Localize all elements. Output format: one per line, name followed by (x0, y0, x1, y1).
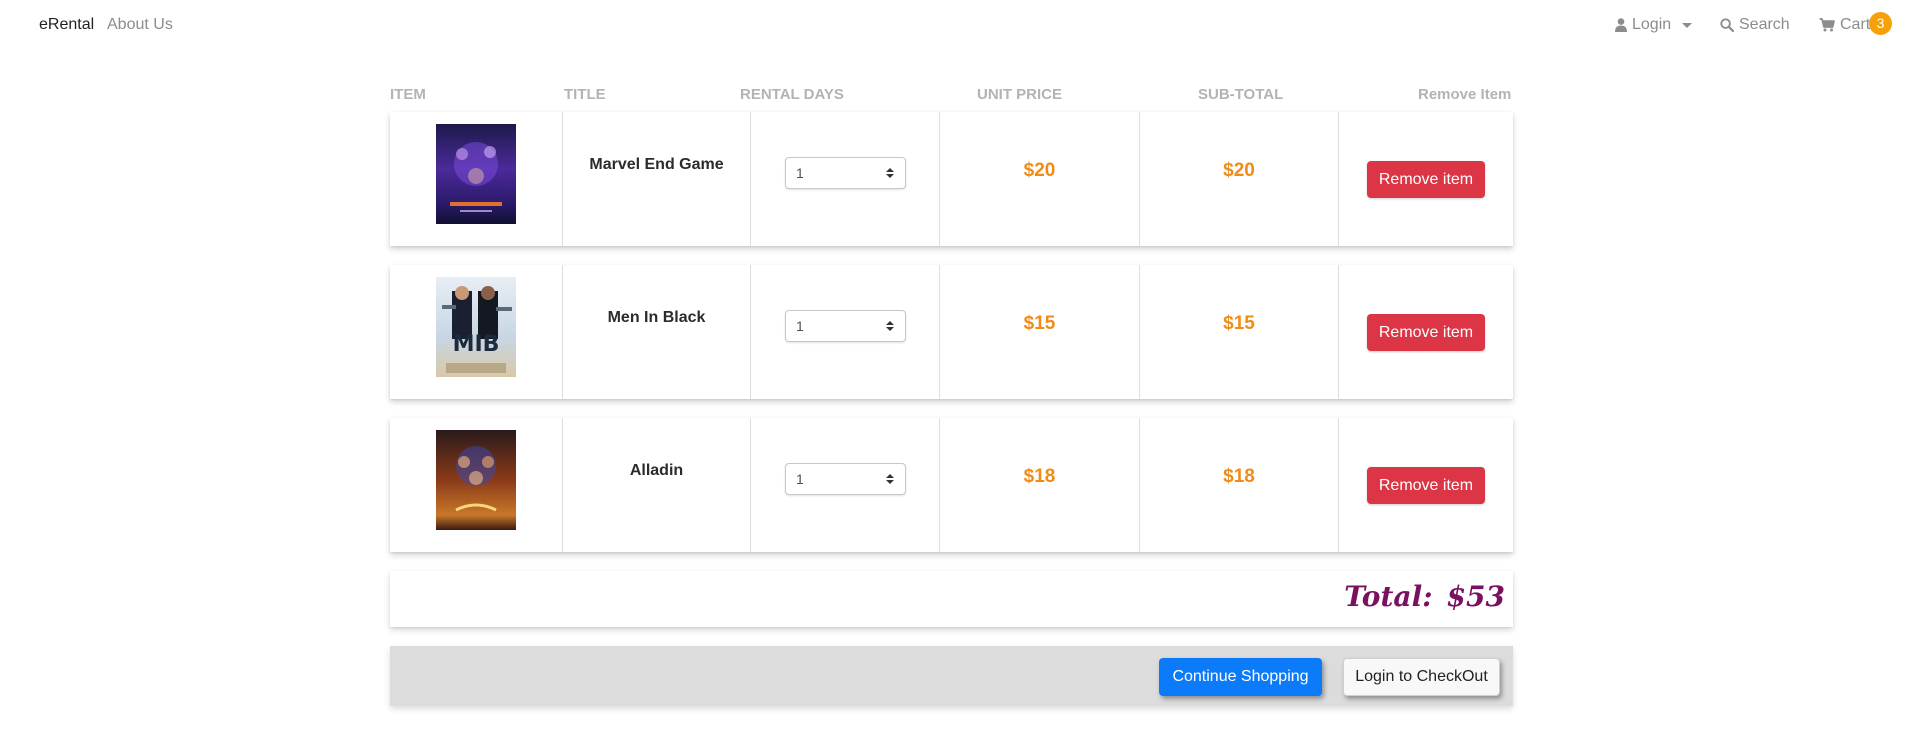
search-icon (1720, 18, 1734, 32)
rental-days-value: 1 (796, 471, 804, 487)
total-box: Total: $53 (390, 571, 1513, 627)
item-cell (390, 418, 563, 552)
unit-price-cell: $20 (940, 112, 1140, 246)
navbar: eRental About Us Login Search Cart 3 (0, 0, 1906, 52)
remove-item-button[interactable]: Remove item (1367, 161, 1485, 198)
unit-price-cell: $15 (940, 265, 1140, 399)
table-row: Marvel End Game 1 $20 $20 Remove item (390, 112, 1513, 246)
table-row: Alladin 1 $18 $18 Remove item (390, 418, 1513, 552)
header-item: ITEM (390, 86, 426, 103)
subtotal-cell: $15 (1140, 265, 1339, 399)
nav-search[interactable]: Search (1720, 16, 1790, 34)
select-arrows-icon (886, 321, 894, 331)
rental-days-select[interactable]: 1 (785, 157, 906, 189)
total-value: $53 (1446, 580, 1505, 613)
movie-title: Alladin (629, 462, 684, 479)
select-arrows-icon (886, 474, 894, 484)
total-text: Total: $53 (1344, 580, 1505, 613)
item-cell (390, 112, 563, 246)
action-bar: Continue Shopping Login to CheckOut (390, 646, 1513, 706)
login-label: Login (1632, 16, 1672, 33)
rental-days-cell: 1 (751, 418, 940, 552)
header-title: TITLE (564, 86, 606, 103)
movie-title: Men In Black (607, 309, 706, 326)
rental-days-cell: 1 (751, 112, 940, 246)
caret-down-icon (1682, 23, 1693, 28)
unit-price: $15 (1023, 313, 1056, 334)
title-cell: Marvel End Game (563, 112, 751, 246)
movie-poster-image: MIB (436, 277, 516, 377)
movie-poster-image (436, 430, 516, 530)
header-remove-item: Remove Item (1418, 86, 1512, 103)
title-cell: Alladin (563, 418, 751, 552)
search-label: Search (1739, 16, 1790, 33)
rental-days-select[interactable]: 1 (785, 463, 906, 495)
unit-price: $18 (1023, 466, 1056, 487)
brand-link[interactable]: eRental (39, 16, 94, 34)
rental-days-select[interactable]: 1 (785, 310, 906, 342)
total-label: Total: (1344, 580, 1433, 613)
cart-label: Cart (1840, 16, 1871, 33)
header-sub-total: SUB-TOTAL (1198, 86, 1284, 103)
remove-item-button[interactable]: Remove item (1367, 467, 1485, 504)
subtotal-cell: $20 (1140, 112, 1339, 246)
table-row: MIB Men In Black 1 $15 $15 Remove item (390, 265, 1513, 399)
movie-title: Marvel End Game (589, 156, 724, 173)
rental-days-value: 1 (796, 165, 804, 181)
subtotal-cell: $18 (1140, 418, 1339, 552)
header-rental-days: RENTAL DAYS (740, 86, 844, 103)
user-icon (1615, 18, 1627, 32)
unit-price: $20 (1023, 160, 1056, 181)
item-cell: MIB (390, 265, 563, 399)
remove-cell: Remove item (1339, 112, 1513, 246)
cart-count-badge: 3 (1869, 12, 1892, 35)
login-dropdown[interactable]: Login (1615, 16, 1693, 34)
subtotal: $15 (1223, 313, 1255, 334)
title-cell: Men In Black (563, 265, 751, 399)
subtotal: $20 (1223, 160, 1255, 181)
login-to-checkout-button[interactable]: Login to CheckOut (1343, 658, 1500, 696)
remove-item-button[interactable]: Remove item (1367, 314, 1485, 351)
header-unit-price: UNIT PRICE (977, 86, 1063, 103)
remove-cell: Remove item (1339, 265, 1513, 399)
select-arrows-icon (886, 168, 894, 178)
nav-about-label: About Us (107, 16, 173, 33)
subtotal: $18 (1223, 466, 1255, 487)
svg-text:MIB: MIB (453, 332, 500, 357)
unit-price-cell: $18 (940, 418, 1140, 552)
remove-cell: Remove item (1339, 418, 1513, 552)
nav-cart[interactable]: Cart (1819, 16, 1870, 34)
nav-about-us[interactable]: About Us (107, 16, 173, 34)
rental-days-cell: 1 (751, 265, 940, 399)
cart-icon (1819, 18, 1835, 32)
movie-poster-image (436, 124, 516, 224)
continue-shopping-button[interactable]: Continue Shopping (1159, 658, 1322, 696)
rental-days-value: 1 (796, 318, 804, 334)
